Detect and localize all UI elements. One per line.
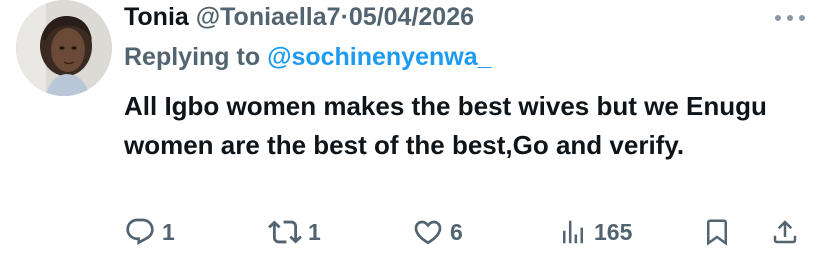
views-button[interactable]: 165	[558, 214, 632, 250]
author-handle[interactable]: @Toniaella7	[196, 3, 341, 31]
replying-label: Replying to	[124, 43, 261, 71]
reply-count: 1	[162, 218, 175, 245]
avatar-image	[16, 0, 112, 96]
views-count: 165	[594, 218, 633, 245]
replying-mention-link[interactable]: @sochinenyenwa_	[267, 43, 491, 71]
tweet-text: All Igbo women makes the best wives but …	[124, 91, 767, 160]
author-name[interactable]: Tonia	[124, 3, 189, 31]
repost-icon	[268, 220, 302, 244]
bookmark-button[interactable]	[702, 214, 732, 250]
like-count: 6	[450, 218, 463, 245]
like-button[interactable]: 6	[412, 214, 463, 250]
bookmark-icon	[707, 219, 727, 246]
reply-button[interactable]: 1	[124, 214, 175, 250]
more-icon[interactable]	[774, 12, 806, 24]
avatar[interactable]	[16, 0, 112, 96]
share-button[interactable]	[770, 214, 800, 250]
reply-icon	[126, 218, 154, 245]
tweet-date[interactable]: 05/04/2026	[349, 3, 474, 31]
repost-count: 1	[308, 218, 321, 245]
heart-icon	[414, 220, 442, 245]
tweet-header: Tonia @Toniaella7·05/04/2026	[124, 0, 474, 34]
separator: ·	[340, 3, 349, 31]
share-icon	[773, 220, 797, 244]
views-icon	[563, 220, 583, 244]
replying-to: Replying to @sochinenyenwa_	[124, 40, 492, 74]
repost-button[interactable]: 1	[268, 214, 321, 250]
